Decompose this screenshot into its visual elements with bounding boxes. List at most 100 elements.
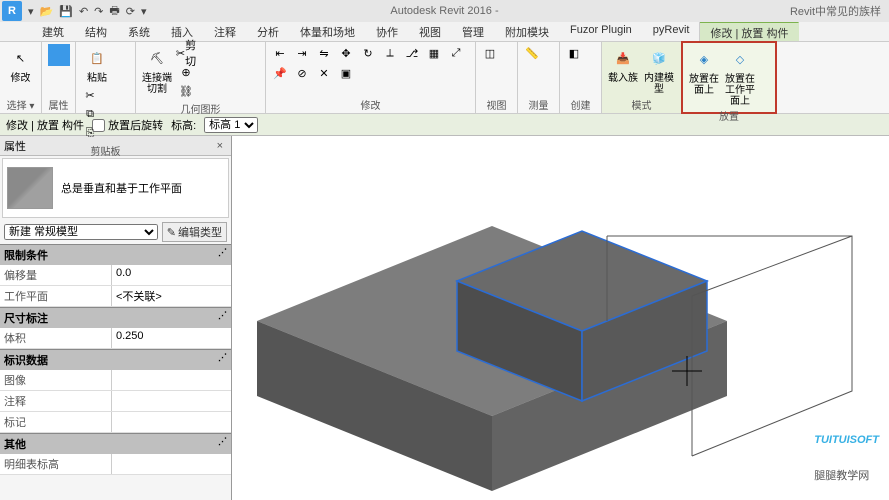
undo-icon[interactable]: ↶ <box>77 4 90 19</box>
offset-icon[interactable]: ⇥ <box>292 44 312 62</box>
paste-button[interactable]: 📋粘贴 <box>80 44 114 84</box>
panel-select-label: 选择 ▾ <box>4 96 37 113</box>
load-family-button[interactable]: 📥载入族 <box>606 44 640 84</box>
mirror-icon[interactable]: ⇋ <box>314 44 334 62</box>
tab-modify-place[interactable]: 修改 | 放置 构件 <box>700 22 799 41</box>
save-icon[interactable]: 💾 <box>57 4 75 19</box>
options-title: 修改 | 放置 构件 <box>6 117 84 133</box>
move-icon[interactable]: ✥ <box>336 44 356 62</box>
trim-icon[interactable]: ⟂ <box>380 44 400 62</box>
more-icon[interactable]: ▾ <box>139 4 149 19</box>
tab-addins[interactable]: 附加模块 <box>495 22 560 41</box>
properties-title: 属性 <box>4 138 26 154</box>
panel-view: ◫ 视图 <box>476 42 518 113</box>
property-grid: 限制条件⋰ 偏移量0.0 工作平面<不关联> 尺寸标注⋰ 体积0.250 标识数… <box>0 244 231 500</box>
array-icon[interactable]: ▦ <box>424 44 444 62</box>
tab-fuzor[interactable]: Fuzor Plugin <box>560 22 643 41</box>
panel-modify-label: 修改 <box>270 96 471 113</box>
tab-manage[interactable]: 管理 <box>452 22 495 41</box>
cut-icon[interactable]: ✂ <box>80 86 100 104</box>
new-icon[interactable]: ▾ <box>26 4 36 19</box>
tab-annotate[interactable]: 注释 <box>204 22 247 41</box>
panel-create-label: 创建 <box>564 96 597 113</box>
app-title: Autodesk Revit 2016 - <box>390 5 498 17</box>
tab-architecture[interactable]: 建筑 <box>32 22 75 41</box>
type-thumbnail-icon <box>7 167 53 209</box>
unpin-icon[interactable]: ⊘ <box>292 64 312 82</box>
close-icon[interactable]: × <box>213 140 227 152</box>
tab-view[interactable]: 视图 <box>409 22 452 41</box>
place-on-face-button[interactable]: ◈放置在面上 <box>687 45 721 96</box>
row-comments[interactable]: 注释 <box>0 391 231 412</box>
split2-icon[interactable]: ⎇ <box>402 44 422 62</box>
row-workplane[interactable]: 工作平面<不关联> <box>0 286 231 307</box>
panel-mode: 📥载入族 🧊内建模型 模式 <box>602 42 682 113</box>
panel-properties-label: 属性 <box>46 96 71 113</box>
measure-icon[interactable]: 📏 <box>522 44 542 62</box>
pin-icon[interactable]: 📌 <box>270 64 290 82</box>
cat-other[interactable]: 其他⋰ <box>0 433 231 454</box>
row-volume[interactable]: 体积0.250 <box>0 328 231 349</box>
panel-modify: ⇤ ⇥ ⇋ ✥ ↻ ⟂ ⎇ ▦ ⤢ 📌 ⊘ ✕ ▣ 修改 <box>266 42 476 113</box>
row-mark[interactable]: 标记 <box>0 412 231 433</box>
tab-systems[interactable]: 系统 <box>118 22 161 41</box>
ribbon-tabs: 建筑 结构 系统 插入 注释 分析 体量和场地 协作 视图 管理 附加模块 Fu… <box>0 22 889 42</box>
row-schedule[interactable]: 明细表标高 <box>0 454 231 475</box>
split-icon[interactable]: ⛓ <box>176 82 196 100</box>
tab-massing[interactable]: 体量和场地 <box>290 22 366 41</box>
instance-filter[interactable]: 新建 常规模型 <box>4 224 158 240</box>
row-image[interactable]: 图像 <box>0 370 231 391</box>
rotate-icon[interactable]: ↻ <box>358 44 378 62</box>
sync-icon[interactable]: ⟳ <box>124 4 137 19</box>
title-bar: R ▾ 📂 💾 ↶ ↷ 🖶 ⟳ ▾ Autodesk Revit 2016 - … <box>0 0 889 22</box>
panel-clipboard: 📋粘贴 ✂ ⧉ ⎘ 剪贴板 <box>76 42 136 113</box>
row-offset[interactable]: 偏移量0.0 <box>0 265 231 286</box>
redo-icon[interactable]: ↷ <box>92 4 105 19</box>
delete-icon[interactable]: ✕ <box>314 64 334 82</box>
create-icon[interactable]: ◧ <box>564 44 584 62</box>
align-icon[interactable]: ⇤ <box>270 44 290 62</box>
inplace-button[interactable]: 🧊内建模型 <box>642 44 676 95</box>
open-icon[interactable]: 📂 <box>38 4 56 19</box>
copy-icon[interactable]: ⧉ <box>80 105 100 123</box>
place-on-plane-button[interactable]: ◇放置在工作平面上 <box>723 45 757 107</box>
view-canvas[interactable]: TUITUISOFT 腿腿教学网 <box>232 136 889 500</box>
edit-type-button[interactable]: ✎ 编辑类型 <box>162 222 227 242</box>
type-name: 总是垂直和基于工作平面 <box>61 180 182 196</box>
tab-analyze[interactable]: 分析 <box>247 22 290 41</box>
scale-icon[interactable]: ⤢ <box>446 44 466 62</box>
cope-button[interactable]: ⛏连接端切割 <box>140 44 174 95</box>
print-icon[interactable]: 🖶 <box>107 1 121 22</box>
tab-structure[interactable]: 结构 <box>75 22 118 41</box>
watermark: TUITUISOFT 腿腿教学网 <box>814 418 879 490</box>
type-selector[interactable]: 总是垂直和基于工作平面 <box>2 158 229 218</box>
tab-insert[interactable]: 插入 <box>161 22 204 41</box>
panel-measure-label: 测量 <box>522 96 555 113</box>
tab-collaborate[interactable]: 协作 <box>366 22 409 41</box>
panel-view-label: 视图 <box>480 96 513 113</box>
cat-identity[interactable]: 标识数据⋰ <box>0 349 231 370</box>
panel-create: ◧ 创建 <box>560 42 602 113</box>
file-title: Revit中常见的族样 <box>790 3 881 19</box>
panel-select: ↖修改 选择 ▾ <box>0 42 42 113</box>
panel-geometry: ⛏连接端切割 ✂ 剪切 ⊕ ⛓ 几何图形 <box>136 42 266 113</box>
group-icon[interactable]: ▣ <box>336 64 356 82</box>
tab-pyrevit[interactable]: pyRevit <box>643 22 701 41</box>
3d-scene <box>232 136 889 500</box>
quick-access-toolbar: ▾ 📂 💾 ↶ ↷ 🖶 ⟳ ▾ <box>26 1 149 22</box>
panel-clipboard-label: 剪贴板 <box>80 142 131 159</box>
panel-geometry-label: 几何图形 <box>140 100 261 117</box>
join-icon[interactable]: ⊕ <box>176 63 196 81</box>
modify-tool[interactable]: ↖修改 <box>4 44 37 84</box>
cat-constraints[interactable]: 限制条件⋰ <box>0 244 231 265</box>
ribbon: ↖修改 选择 ▾ 属性 📋粘贴 ✂ ⧉ ⎘ 剪贴板 ⛏连接端切割 ✂ 剪切 ⊕ … <box>0 42 889 114</box>
panel-measure: 📏 测量 <box>518 42 560 113</box>
level-label: 标高: <box>171 117 196 133</box>
view-icon[interactable]: ◫ <box>480 44 500 62</box>
cut-geom-icon[interactable]: ✂ 剪切 <box>176 44 196 62</box>
revit-logo[interactable]: R <box>2 1 22 21</box>
properties-button[interactable] <box>46 44 71 66</box>
level-select[interactable]: 标高 1 <box>204 117 258 133</box>
match-icon[interactable]: ⎘ <box>80 124 100 142</box>
cat-dimensions[interactable]: 尺寸标注⋰ <box>0 307 231 328</box>
